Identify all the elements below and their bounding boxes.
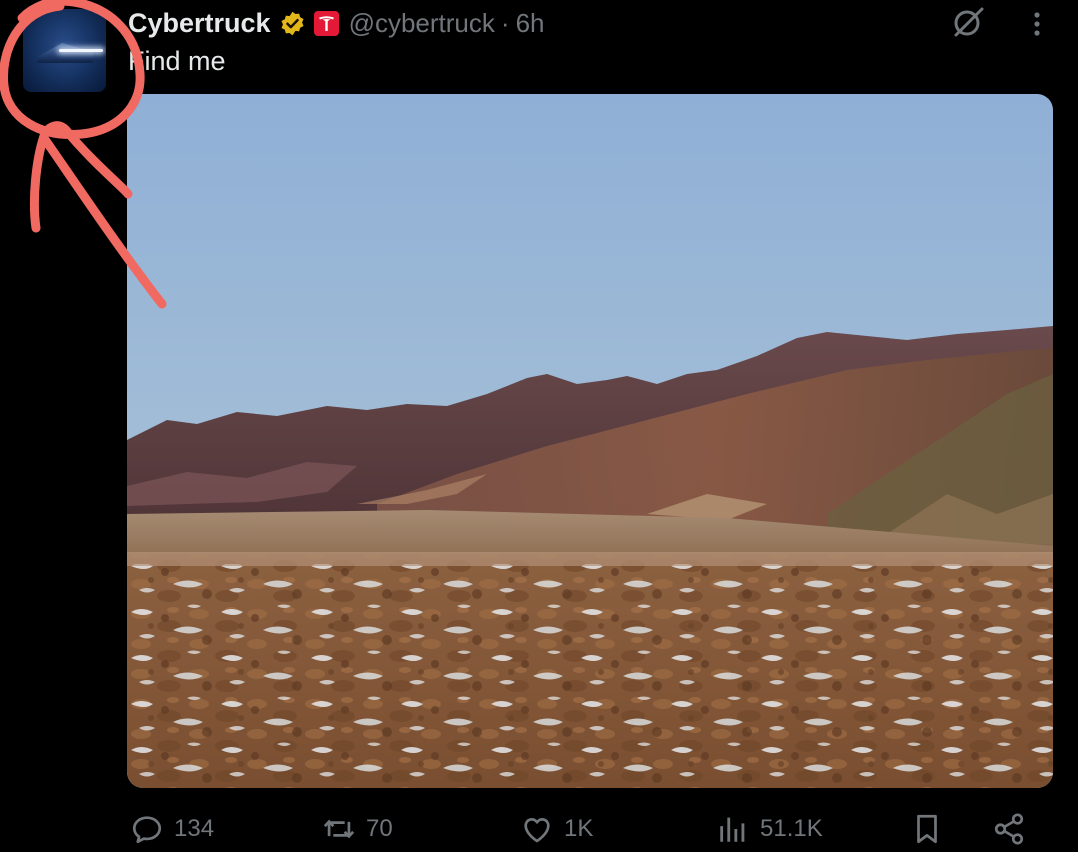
- display-name[interactable]: Cybertruck: [128, 8, 271, 39]
- view-count: 51.1K: [760, 815, 823, 842]
- avatar[interactable]: [23, 9, 106, 92]
- avatar-lightbar: [59, 49, 103, 52]
- share-button[interactable]: [992, 806, 1026, 852]
- like-count: 1K: [564, 815, 594, 842]
- more-icon[interactable]: [1026, 10, 1048, 40]
- timestamp[interactable]: 6h: [516, 8, 545, 39]
- like-icon: [524, 818, 550, 843]
- handle[interactable]: @cybertruck: [349, 8, 495, 39]
- repost-button[interactable]: 70: [322, 806, 393, 852]
- avatar-truck-silhouette: [37, 43, 93, 63]
- repost-icon: [323, 819, 355, 839]
- separator-dot: ·: [500, 7, 510, 38]
- views-button[interactable]: 51.1K: [716, 806, 823, 852]
- reply-icon: [132, 816, 162, 844]
- tweet[interactable]: Cybertruck @cybertruck · 6h Find me 134 …: [0, 0, 1078, 852]
- landscape-photo: [127, 94, 1053, 788]
- action-bar: 134 70 1K 51.1K: [0, 806, 1078, 852]
- reply-count: 134: [174, 815, 215, 842]
- verified-gold-icon[interactable]: [279, 10, 306, 37]
- reply-button[interactable]: 134: [130, 806, 214, 852]
- views-icon: [720, 817, 745, 842]
- share-icon: [994, 813, 1024, 845]
- bookmark-button[interactable]: [910, 806, 944, 852]
- tweet-media-image[interactable]: [127, 94, 1053, 788]
- tesla-affiliate-icon[interactable]: [313, 10, 339, 36]
- grok-icon[interactable]: [950, 4, 986, 40]
- tweet-text: Find me: [128, 46, 226, 76]
- tweet-header: Cybertruck @cybertruck · 6h: [128, 6, 544, 40]
- bookmark-icon: [917, 814, 937, 844]
- like-button[interactable]: 1K: [520, 806, 593, 852]
- repost-count: 70: [366, 815, 393, 842]
